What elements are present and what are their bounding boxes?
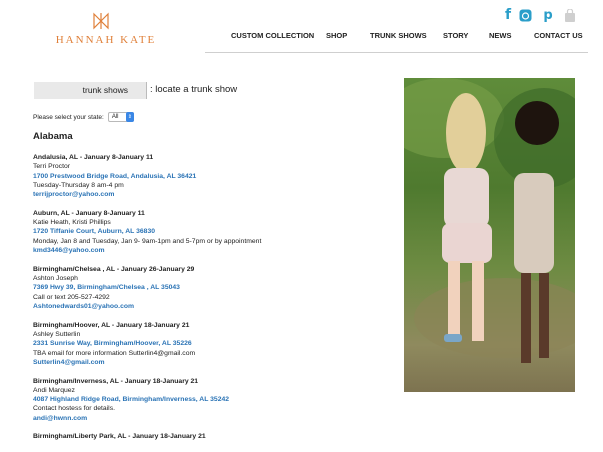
entry-title: Birmingham/Hoover, AL - January 18-Janua… xyxy=(33,321,190,329)
nav-contact-us[interactable]: CONTACT US xyxy=(534,31,583,40)
children-walking-image xyxy=(404,78,575,363)
entry-title: Birmingham/Chelsea , AL - January 26-Jan… xyxy=(33,265,195,273)
entry-hostess: Ashton Joseph xyxy=(33,275,78,283)
nav-story[interactable]: STORY xyxy=(443,31,468,40)
chevron-updown-icon: ⇕ xyxy=(125,112,134,122)
entry-note: Tuesday-Thursday 8 am-4 pm xyxy=(33,181,124,189)
nav-news[interactable]: NEWS xyxy=(489,31,512,40)
entry-email-link[interactable]: andi@hwnn.com xyxy=(33,414,373,423)
brand-logo[interactable]: HANNAH KATE xyxy=(52,34,160,46)
pinterest-icon[interactable]: p xyxy=(541,8,555,23)
entry-hostess: Terri Proctor xyxy=(33,163,71,171)
entry-note: Contact hostess for details. xyxy=(33,405,115,413)
trunk-show-entry: Auburn, AL - January 8-January 11 Katie H… xyxy=(33,209,373,255)
state-select-value: All xyxy=(111,114,119,120)
trunk-show-entry: Birmingham/Chelsea , AL - January 26-Jan… xyxy=(33,265,373,311)
entry-note: Monday, Jan 8 and Tuesday, Jan 9- 9am-1p… xyxy=(33,237,262,245)
entry-address-link[interactable]: 1720 Tiffanie Court, Auburn, AL 36830 xyxy=(33,227,373,236)
nav-trunk-shows[interactable]: TRUNK SHOWS xyxy=(370,31,427,40)
trunk-show-entry: Birmingham/Liberty Park, AL - January 18… xyxy=(33,432,373,441)
instagram-icon[interactable] xyxy=(518,8,532,22)
state-select[interactable]: All ⇕ xyxy=(107,112,134,122)
entry-note: Call or text 205-527-4292 xyxy=(33,293,110,301)
entry-hostess: Katie Heath, Kristi Phillips xyxy=(33,219,111,227)
entry-email-link[interactable]: Ashtonedwards01@yahoo.com xyxy=(33,302,373,311)
section-divider xyxy=(146,82,147,99)
shopping-bag-icon[interactable] xyxy=(563,8,577,22)
entry-email-link[interactable]: Sutterlin4@gmail.com xyxy=(33,358,373,367)
entry-hostess: Ashley Sutterlin xyxy=(33,330,81,338)
entry-address-link[interactable]: 2331 Sunrise Way, Birmingham/Hoover, AL … xyxy=(33,339,373,348)
hero-photo xyxy=(404,78,575,392)
state-filter: Please select your state: All ⇕ xyxy=(33,112,134,122)
entry-note: TBA email for more information Sutterlin… xyxy=(33,349,196,357)
section-tag: trunk shows xyxy=(34,82,146,99)
entry-email-link[interactable]: kmd3446@yahoo.com xyxy=(33,246,373,255)
nav-custom-collection[interactable]: CUSTOM COLLECTION xyxy=(231,31,314,40)
entry-title: Auburn, AL - January 8-January 11 xyxy=(33,209,145,217)
entry-hostess: Andi Marquez xyxy=(33,386,75,394)
trunk-show-list: Andalusia, AL - January 8-January 11 Terr… xyxy=(33,153,373,451)
facebook-icon[interactable]: f xyxy=(501,7,515,23)
trunk-show-entry: Andalusia, AL - January 8-January 11 Terr… xyxy=(33,153,373,199)
entry-address-link[interactable]: 1700 Prestwood Bridge Road, Andalusia, A… xyxy=(33,172,373,181)
entry-title: Andalusia, AL - January 8-January 11 xyxy=(33,154,154,161)
trunk-show-entry: Birmingham/Inverness, AL - January 18-Ja… xyxy=(33,377,373,423)
state-filter-label: Please select your state: xyxy=(33,113,104,121)
entry-title: Birmingham/Liberty Park, AL - January 18… xyxy=(33,433,206,441)
entry-address-link[interactable]: 4087 Highland Ridge Road, Birmingham/Inv… xyxy=(33,395,373,404)
section-subtitle: : locate a trunk show xyxy=(150,84,238,95)
logo-icon[interactable] xyxy=(92,12,110,30)
entry-title: Birmingham/Inverness, AL - January 18-Ja… xyxy=(33,377,199,385)
trunk-show-entry: Birmingham/Hoover, AL - January 18-Janua… xyxy=(33,321,373,367)
state-heading: Alabama xyxy=(33,131,73,142)
entry-address-link[interactable]: 7369 Hwy 39, Birmingham/Chelsea , AL 350… xyxy=(33,283,373,292)
entry-email-link[interactable]: terrijproctor@yahoo.com xyxy=(33,190,373,199)
nav-shop[interactable]: SHOP xyxy=(326,31,347,40)
header-divider xyxy=(205,52,588,53)
